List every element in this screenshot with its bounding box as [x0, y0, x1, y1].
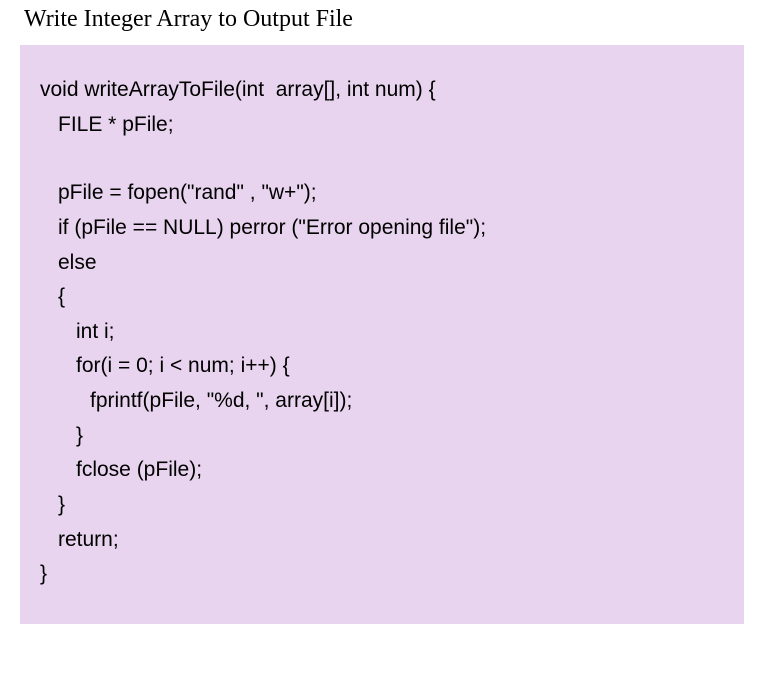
code-line: pFile = fopen("rand" , "w+"); [40, 176, 724, 211]
code-block: void writeArrayToFile(int array[], int n… [20, 45, 744, 624]
code-line: return; [40, 523, 724, 558]
code-line: void writeArrayToFile(int array[], int n… [40, 73, 724, 108]
code-line: int i; [40, 315, 724, 350]
code-line: } [40, 488, 724, 523]
code-line: } [40, 557, 724, 592]
code-line: fprintf(pFile, "%d, ", array[i]); [40, 384, 724, 419]
code-line: FILE * pFile; [40, 108, 724, 143]
blank-line [40, 142, 724, 176]
code-line: fclose (pFile); [40, 453, 724, 488]
code-line: { [40, 280, 724, 315]
code-line: } [40, 419, 724, 454]
code-line: if (pFile == NULL) perror ("Error openin… [40, 211, 724, 246]
slide-title: Write Integer Array to Output File [24, 6, 744, 33]
code-line: else [40, 246, 724, 281]
code-line: for(i = 0; i < num; i++) { [40, 349, 724, 384]
